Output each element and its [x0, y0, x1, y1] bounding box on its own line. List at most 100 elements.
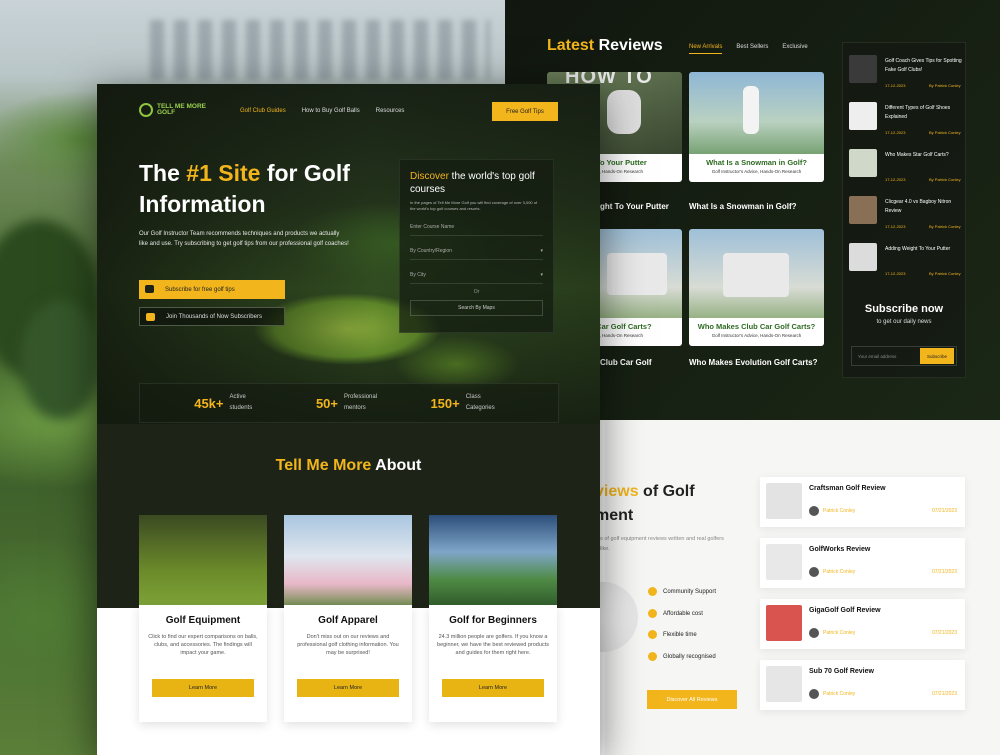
course-search-panel: Discover the world's top golf courses In… [399, 159, 554, 333]
subscribe-button[interactable]: Subscribe [920, 348, 954, 364]
sidebar-latest-posts: Golf Coach Gives Tips for Spotting Fake … [842, 42, 966, 378]
mail-icon [145, 285, 154, 293]
reviews-section-description: ds of golf equipment reviews written and… [597, 536, 724, 552]
chevron-down-icon: ▾ [540, 247, 543, 254]
subscribe-tips-button[interactable]: Subscribe for free golf tips [139, 280, 285, 299]
golf-cart-photo [607, 253, 667, 295]
avatar [809, 506, 819, 516]
title-rest: Reviews [594, 37, 663, 54]
post-author: By Patrick Conley [929, 177, 961, 182]
card-title: Golf Apparel [318, 615, 378, 626]
check-icon [648, 587, 657, 596]
reviews-section-title: views of Golf ment [595, 480, 695, 528]
button-label: Subscribe for free golf tips [165, 286, 235, 293]
sidebar-post[interactable]: Golf Coach Gives Tips for Spotting Fake … [849, 55, 962, 93]
sidebar-post[interactable]: Who Makes Star Golf Carts? 17-12-2023 By P… [849, 149, 961, 187]
nav-resources[interactable]: Resources [376, 108, 405, 114]
review-card-snowman[interactable]: What Is a Snowman in Golf? Golf Instructo… [689, 72, 824, 182]
learn-more-button[interactable]: Learn More [152, 679, 254, 697]
latest-reviews-tabs: New Arrivals Best Sellers Exclusive [689, 44, 808, 54]
card-title: Golf Equipment [165, 615, 241, 626]
learn-more-button[interactable]: Learn More [297, 679, 399, 697]
learn-more-button[interactable]: Learn More [442, 679, 544, 697]
review-list-item[interactable]: GolfWorks Review Patrick Conley 07/21/2023 [760, 538, 965, 588]
review-list-item[interactable]: Sub 70 Golf Review Patrick Conley 07/21/20… [760, 660, 965, 710]
sidebar-post[interactable]: Clicgear 4.0 vs Bagboy Nitron Review 17-1… [849, 196, 961, 234]
review-thumbnail [766, 544, 802, 580]
sidebar-post[interactable]: Adding Weight To Your Putter 17-12-2023 By… [849, 243, 961, 281]
subscribe-title: Subscribe now [864, 303, 944, 315]
post-date: 17-12-2023 [885, 271, 906, 276]
title-highlight: Discover [410, 171, 449, 182]
main-nav: Golf Club Guides How to Buy Golf Balls R… [240, 108, 404, 114]
review-date: 07/21/2023 [931, 508, 957, 514]
city-select[interactable]: By City ▾ [410, 266, 543, 284]
stat-item: 50+ Professional mentors [316, 392, 382, 414]
review-author: Patrick Conley [823, 630, 856, 636]
review-title[interactable]: What Is a Snowman in Golf? [689, 201, 797, 212]
post-author: By Patrick Conley [929, 83, 961, 88]
feature-item: Community Support [648, 587, 716, 596]
post-title: Clicgear 4.0 vs Bagboy Nitron Review [885, 199, 952, 214]
golfer-photo [743, 86, 759, 134]
review-thumbnail [766, 605, 802, 641]
title-highlight: views [595, 483, 639, 500]
hero-description: Our Golf Instructor Team recommends tech… [139, 231, 349, 247]
button-label: Join Thousands of Now Subscribers [166, 313, 262, 320]
title-highlight: Latest [547, 37, 595, 54]
caption-sub: Golf Instructor's Advice, Hands-On Resea… [711, 169, 802, 174]
post-title: Different Types of Golf Shoes Explained [885, 105, 951, 120]
caption-sub: Golf Instructor's Advice, Hands-On Resea… [711, 333, 802, 338]
review-list-item[interactable]: Craftsman Golf Review Patrick Conley 07/21… [760, 477, 965, 527]
placeholder: By Country/Region [410, 247, 452, 254]
country-select[interactable]: By Country/Region ▾ [410, 242, 543, 260]
review-list-item[interactable]: GigaGolf Golf Review Patrick Conley 07/21/… [760, 599, 965, 649]
post-author: By Patrick Conley [929, 224, 961, 229]
post-thumbnail [849, 196, 877, 224]
post-date: 17-12-2023 [885, 130, 906, 135]
post-date: 17-12-2023 [885, 177, 906, 182]
review-caption: Who Makes Club Car Golf Carts? Golf Instr… [689, 318, 824, 346]
discover-all-reviews-button[interactable]: Discover All Reviews [647, 690, 737, 709]
post-thumbnail [849, 102, 877, 130]
review-item-title: Sub 70 Golf Review [809, 668, 874, 675]
join-subscribers-button[interactable]: Join Thousands of Now Subscribers [139, 307, 285, 326]
or-divider: Or [473, 289, 480, 295]
check-icon [648, 609, 657, 618]
tab-new-arrivals[interactable]: New Arrivals [689, 44, 723, 54]
logo[interactable]: TELL ME MORE GOLF [139, 103, 211, 117]
putter-cover-image [607, 90, 641, 134]
course-name-input[interactable]: Enter Course Name [410, 218, 543, 236]
card-body: Golf Apparel Don't miss out on our review… [284, 605, 412, 722]
post-date: 17-12-2023 [885, 224, 906, 229]
background-city-skyline [150, 20, 490, 80]
nav-golf-club-guides[interactable]: Golf Club Guides [240, 108, 286, 114]
review-title[interactable]: Who Makes Evolution Golf Carts? [689, 357, 824, 368]
review-thumbnail [766, 483, 802, 519]
review-card-club-car-2[interactable]: Who Makes Club Car Golf Carts? Golf Instr… [689, 229, 824, 346]
nav-buy-golf-balls[interactable]: How to Buy Golf Balls [302, 108, 360, 114]
search-title: Discover the world's top golf courses [410, 170, 543, 196]
feature-item: Flexible time [648, 630, 697, 639]
avatar [809, 689, 819, 699]
stat-label: Active students [229, 394, 253, 411]
card-title: Golf for Beginners [449, 615, 537, 626]
email-input[interactable]: Your email address [852, 354, 920, 359]
card-description: Click to find our expert comparisons on … [148, 634, 258, 656]
about-title: Tell Me More About [97, 457, 600, 475]
hero-title: The #1 Site for Golf Information [139, 158, 369, 220]
avatar [809, 567, 819, 577]
stat-label: Class Categories [465, 394, 495, 411]
review-title[interactable]: Club Car Golf [600, 357, 652, 368]
tab-exclusive[interactable]: Exclusive [782, 44, 807, 54]
search-by-maps-button[interactable]: Search By Maps [410, 300, 543, 316]
free-golf-tips-button[interactable]: Free Golf Tips [492, 102, 558, 121]
tab-best-sellers[interactable]: Best Sellers [736, 44, 768, 54]
main-page-card: TELL ME MORE GOLF Golf Club Guides How t… [97, 84, 600, 755]
title-pre: The [139, 160, 187, 186]
post-thumbnail [849, 55, 877, 83]
sidebar-post[interactable]: Different Types of Golf Shoes Explained 1… [849, 102, 961, 140]
avatar [809, 628, 819, 638]
review-title[interactable]: ght To Your Putter [600, 201, 669, 212]
golf-beginners-photo [429, 515, 557, 607]
